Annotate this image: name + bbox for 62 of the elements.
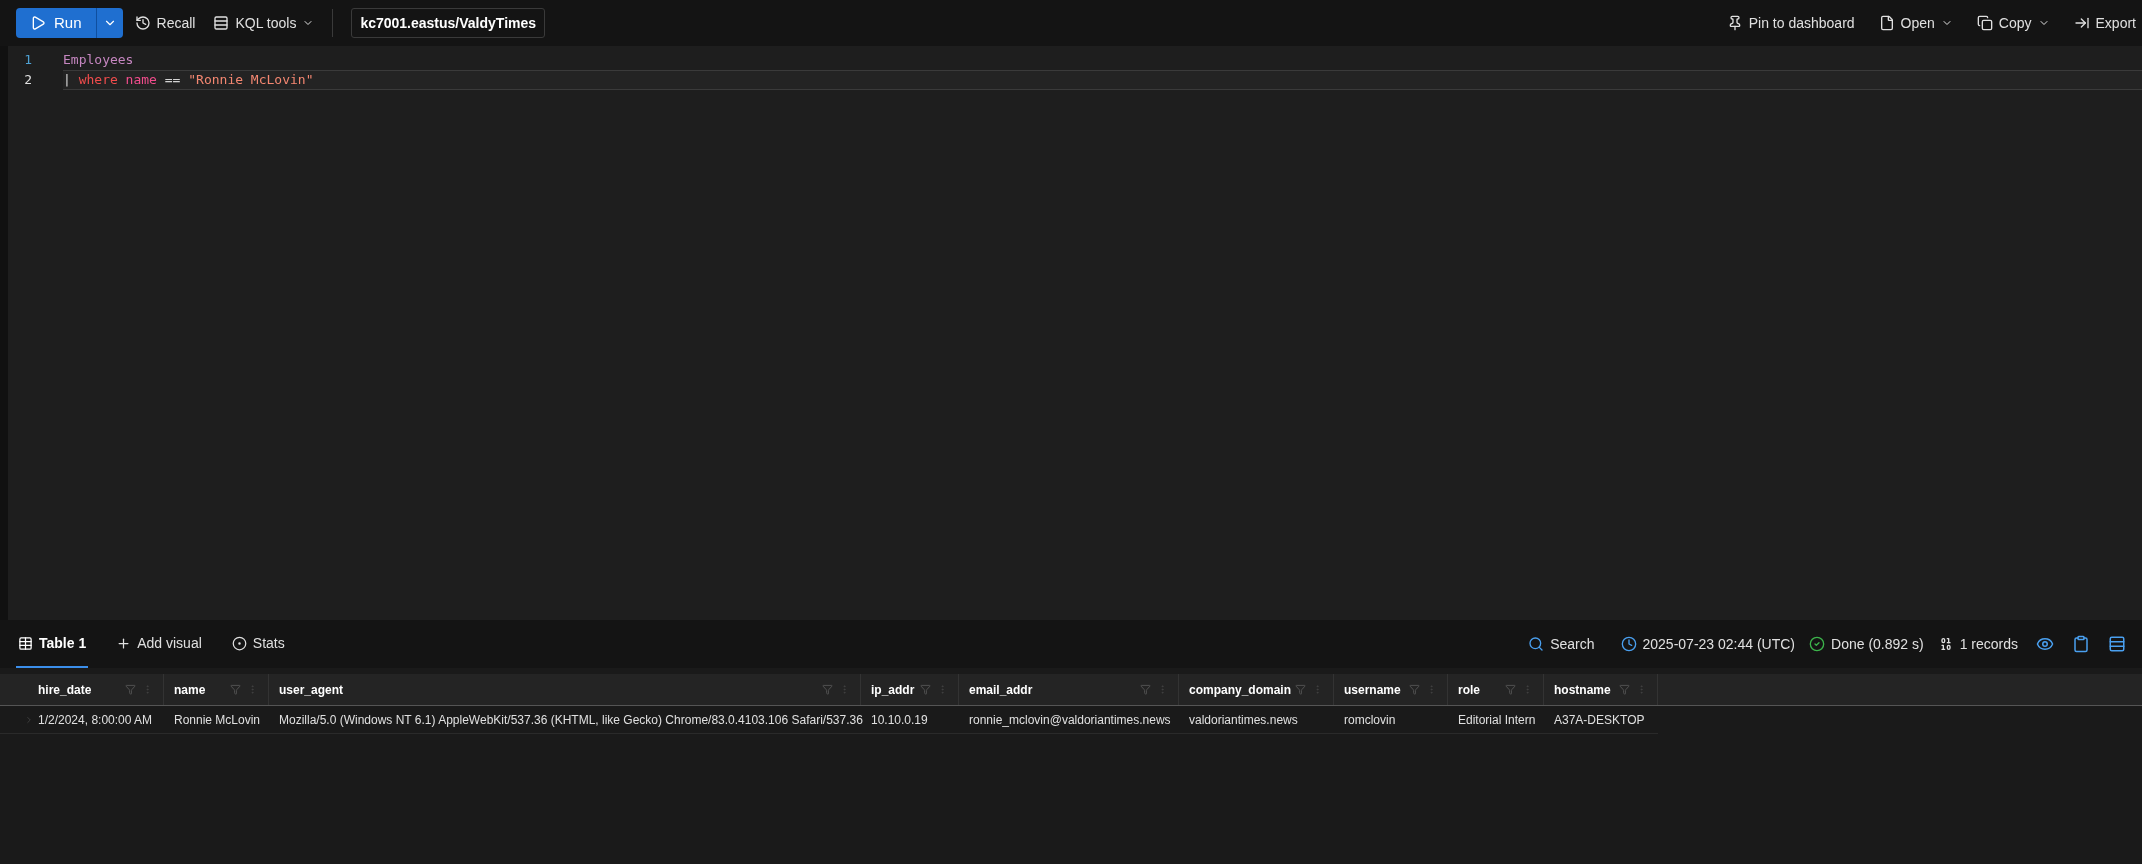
history-icon — [134, 15, 151, 31]
record-count: 1 records — [1959, 634, 2018, 654]
column-header[interactable]: user_agent — [279, 680, 344, 699]
filter-icon[interactable] — [920, 684, 931, 695]
table-cell-text: 10.10.0.19 — [871, 711, 928, 729]
recall-button[interactable]: Recall — [134, 12, 196, 34]
clipboard-icon[interactable] — [2072, 635, 2090, 653]
table-cell-text: 1/2/2024, 8:00:00 AM — [38, 711, 153, 729]
table-cell-text: valdoriantimes.news — [1189, 711, 1298, 729]
table-cell-text: romclovin — [1344, 711, 1396, 729]
tools-icon — [213, 15, 230, 31]
filter-icon[interactable] — [1295, 684, 1306, 695]
line-number: 2 — [23, 71, 33, 90]
query-editor[interactable]: 1 Employees 2 | where name == "Ronnie McLovin" — [0, 46, 2142, 620]
filter-icon[interactable] — [822, 684, 833, 695]
column-header[interactable]: ip_addr — [871, 680, 915, 699]
table-icon — [18, 635, 33, 651]
copy-icon — [1976, 15, 1993, 31]
file-icon — [1878, 15, 1895, 31]
code-line: Employees — [63, 51, 135, 70]
run-button[interactable]: Run — [16, 8, 96, 38]
toolbar-action-button[interactable]: Export — [2073, 12, 2136, 34]
search-button[interactable]: Search — [1528, 633, 1595, 655]
query-status: Done (0.892 s) — [1831, 634, 1924, 654]
filter-icon[interactable] — [125, 684, 136, 695]
toolbar-action-button[interactable]: Pin to dashboard — [1726, 12, 1855, 34]
clock-icon — [1620, 636, 1637, 652]
column-header[interactable]: company_domain — [1189, 680, 1292, 699]
export-icon — [2073, 15, 2090, 31]
eye-icon[interactable] — [2036, 635, 2054, 653]
expand-icon[interactable] — [24, 714, 34, 725]
table-cell-text: ronnie_mclovin@valdoriantimes.news — [969, 711, 1171, 729]
table-cell-text: A37A-DESKTOP — [1554, 711, 1645, 729]
column-header[interactable]: hostname — [1554, 680, 1611, 699]
add-icon — [116, 635, 132, 651]
filter-icon[interactable] — [1140, 684, 1151, 695]
filter-icon[interactable] — [1409, 684, 1420, 695]
filter-icon[interactable] — [1619, 684, 1630, 695]
table-cell-text: Ronnie McLovin — [174, 711, 261, 729]
column-header[interactable]: hire_date — [24, 680, 92, 699]
column-header[interactable]: name — [174, 680, 206, 699]
results-tab[interactable]: Add visual — [114, 620, 204, 668]
play-icon — [30, 15, 46, 31]
results-tab[interactable]: Stats — [229, 620, 287, 668]
toolbar-action-button[interactable]: Copy — [1976, 12, 2050, 34]
rows-icon[interactable] — [2108, 635, 2126, 653]
table-cell-text: Mozilla/5.0 (Windows NT 6.1) AppleWebKit/537.36 (KHTML, like Gecko) Chrome/83.0.4103.106 Safari/537.36 — [279, 711, 863, 729]
stats-icon — [231, 635, 247, 651]
filter-icon[interactable] — [1505, 684, 1516, 695]
check-circle-icon — [1809, 636, 1826, 652]
column-header[interactable]: email_addr — [969, 680, 1033, 699]
search-icon — [1528, 636, 1545, 652]
kql-tools-button[interactable]: KQL tools — [213, 12, 315, 34]
toolbar-action-button[interactable]: Open — [1878, 12, 1953, 34]
table-cell-text: Editorial Intern — [1458, 711, 1536, 729]
column-header[interactable]: role — [1458, 680, 1480, 699]
database-selector[interactable]: kc7001.eastus/ValdyTimes — [351, 8, 546, 38]
query-timestamp: 2025-07-23 02:44 (UTC) — [1642, 634, 1796, 654]
run-options-button[interactable] — [95, 8, 123, 38]
column-header[interactable]: username — [1344, 680, 1401, 699]
filter-icon[interactable] — [230, 684, 241, 695]
line-number: 1 — [23, 51, 33, 70]
